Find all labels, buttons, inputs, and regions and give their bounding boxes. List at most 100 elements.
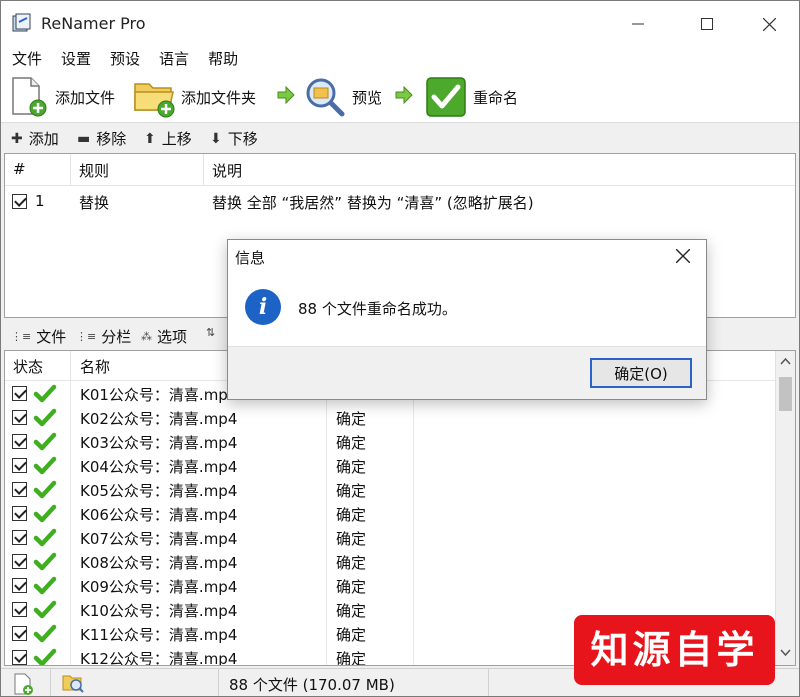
rule-add-label: 添加 bbox=[28, 130, 59, 148]
preview-magnifier-icon bbox=[306, 78, 345, 117]
add-files-label: 添加文件 bbox=[55, 88, 116, 107]
menu-settings[interactable]: 设置 bbox=[50, 47, 99, 71]
checkmark-icon bbox=[33, 384, 57, 403]
scrollbar-thumb[interactable] bbox=[779, 377, 792, 411]
files-menu-label: 文件 bbox=[36, 328, 67, 346]
status-summary: 88 个文件 (170.07 MB) bbox=[229, 676, 395, 694]
maximize-icon bbox=[701, 18, 713, 30]
file-checkbox[interactable] bbox=[12, 386, 27, 401]
file-state: 确定 bbox=[336, 626, 367, 644]
checkmark-icon bbox=[33, 456, 57, 475]
rule-down-label: 下移 bbox=[227, 130, 258, 148]
file-row[interactable]: K02公众号：清喜.mp4 确定 bbox=[5, 406, 775, 430]
info-dialog: 信息 i 88 个文件重命名成功。 确定(O) bbox=[227, 239, 707, 400]
rule-checkbox[interactable] bbox=[12, 194, 27, 209]
file-checkbox[interactable] bbox=[12, 602, 27, 617]
menu-help[interactable]: 帮助 bbox=[197, 47, 246, 71]
minimize-button[interactable] bbox=[615, 1, 661, 47]
file-checkbox[interactable] bbox=[12, 530, 27, 545]
file-row[interactable]: K03公众号：清喜.mp4 确定 bbox=[5, 430, 775, 454]
file-state: 确定 bbox=[336, 650, 367, 666]
rule-up-button[interactable]: ⬆ 上移 bbox=[144, 128, 192, 149]
add-files-button[interactable]: 添加文件 bbox=[9, 75, 115, 119]
close-icon bbox=[675, 248, 691, 264]
menu-presets[interactable]: 预设 bbox=[99, 47, 148, 71]
ok-button[interactable]: 确定(O) bbox=[590, 358, 692, 388]
add-folder-icon bbox=[134, 83, 175, 118]
file-state: 确定 bbox=[336, 434, 367, 452]
file-row[interactable]: K06公众号：清喜.mp4 确定 bbox=[5, 502, 775, 526]
minus-icon: ▬ bbox=[77, 130, 91, 147]
file-name: K07公众号：清喜.mp4 bbox=[80, 530, 238, 548]
rule-remove-button[interactable]: ▬ 移除 bbox=[77, 128, 126, 149]
file-state: 确定 bbox=[336, 530, 367, 548]
file-checkbox[interactable] bbox=[12, 650, 27, 665]
rules-header: # 规则 说明 bbox=[5, 154, 795, 186]
file-checkbox[interactable] bbox=[12, 410, 27, 425]
dialog-message: 88 个文件重命名成功。 bbox=[298, 300, 457, 318]
file-row[interactable]: K08公众号：清喜.mp4 确定 bbox=[5, 550, 775, 574]
file-checkbox[interactable] bbox=[12, 554, 27, 569]
file-row[interactable]: K09公众号：清喜.mp4 确定 bbox=[5, 574, 775, 598]
menu-language[interactable]: 语言 bbox=[148, 47, 197, 71]
file-row[interactable]: K07公众号：清喜.mp4 确定 bbox=[5, 526, 775, 550]
checkmark-icon bbox=[33, 480, 57, 499]
menu-file[interactable]: 文件 bbox=[1, 47, 50, 71]
dialog-close-button[interactable] bbox=[670, 243, 696, 269]
watermark-logo: 知源自学堂 bbox=[574, 615, 775, 685]
columns-menu-icon: ⋮≡ bbox=[76, 330, 97, 343]
vertical-scrollbar[interactable] bbox=[775, 351, 795, 665]
rules-col-num[interactable]: # bbox=[13, 160, 26, 178]
file-row[interactable]: K04公众号：清喜.mp4 确定 bbox=[5, 454, 775, 478]
dialog-title: 信息 bbox=[235, 249, 266, 267]
rule-name: 替换 bbox=[79, 194, 110, 212]
preview-small-icon[interactable] bbox=[61, 672, 85, 694]
file-row[interactable]: K05公众号：清喜.mp4 确定 bbox=[5, 478, 775, 502]
status-add-segment bbox=[1, 669, 51, 696]
file-name: K04公众号：清喜.mp4 bbox=[80, 458, 238, 476]
file-checkbox[interactable] bbox=[12, 578, 27, 593]
more-menu-button[interactable]: ⇅ bbox=[206, 326, 220, 339]
rule-row[interactable]: 1 替换 替换 全部 “我居然” 替换为 “清喜” (忽略扩展名) bbox=[5, 188, 795, 214]
preview-button[interactable]: 预览 bbox=[304, 75, 382, 119]
preview-label: 预览 bbox=[352, 88, 383, 107]
file-state: 确定 bbox=[336, 506, 367, 524]
file-checkbox[interactable] bbox=[12, 506, 27, 521]
columns-menu-button[interactable]: ⋮≡ 分栏 bbox=[76, 326, 131, 347]
file-checkbox[interactable] bbox=[12, 626, 27, 641]
add-folders-button[interactable]: 添加文件夹 bbox=[133, 75, 256, 119]
file-state: 确定 bbox=[336, 578, 367, 596]
renamer-app-icon bbox=[12, 13, 31, 32]
file-name: K10公众号：清喜.mp4 bbox=[80, 602, 238, 620]
scroll-up-icon[interactable] bbox=[780, 357, 791, 365]
files-menu-button[interactable]: ⋮≡ 文件 bbox=[11, 326, 66, 347]
file-state: 确定 bbox=[336, 554, 367, 572]
rules-col-desc[interactable]: 说明 bbox=[212, 160, 242, 181]
file-checkbox[interactable] bbox=[12, 434, 27, 449]
options-menu-button[interactable]: ⁂ 选项 bbox=[141, 326, 187, 347]
rule-description: 替换 全部 “我居然” 替换为 “清喜” (忽略扩展名) bbox=[212, 194, 534, 212]
files-col-name[interactable]: 名称 bbox=[80, 356, 110, 377]
add-file-icon bbox=[12, 77, 47, 117]
rules-toolbar: ✚ 添加 ▬ 移除 ⬆ 上移 ⬇ 下移 bbox=[1, 123, 799, 153]
maximize-button[interactable] bbox=[684, 1, 730, 47]
file-state: 确定 bbox=[336, 458, 367, 476]
checkmark-icon bbox=[33, 576, 57, 595]
files-col-status[interactable]: 状态 bbox=[13, 356, 43, 377]
file-checkbox[interactable] bbox=[12, 458, 27, 473]
rule-add-button[interactable]: ✚ 添加 bbox=[11, 128, 59, 149]
column-divider bbox=[70, 154, 71, 186]
rule-down-button[interactable]: ⬇ 下移 bbox=[210, 128, 258, 149]
add-file-small-icon[interactable] bbox=[12, 673, 34, 695]
rule-number: 1 bbox=[35, 192, 45, 210]
rule-remove-label: 移除 bbox=[96, 130, 127, 148]
scroll-down-icon[interactable] bbox=[780, 649, 791, 657]
rules-col-rule[interactable]: 规则 bbox=[79, 160, 109, 181]
file-checkbox[interactable] bbox=[12, 482, 27, 497]
files-menu-icon: ⋮≡ bbox=[11, 330, 32, 343]
file-name: K12公众号：清喜.mp4 bbox=[80, 650, 238, 666]
info-icon: i bbox=[245, 289, 281, 325]
rename-button[interactable]: 重命名 bbox=[425, 75, 518, 119]
close-button[interactable] bbox=[746, 1, 792, 47]
column-divider bbox=[70, 351, 71, 381]
